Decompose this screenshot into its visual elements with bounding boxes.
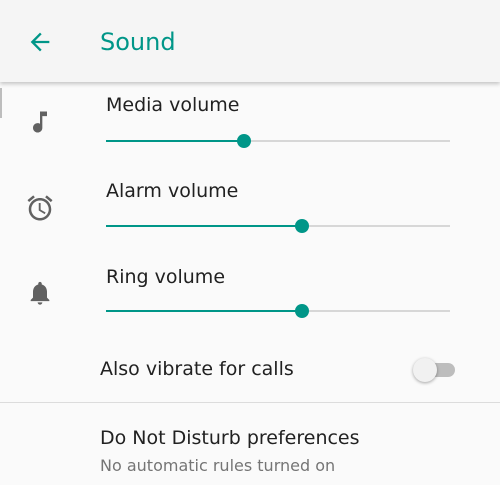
do-not-disturb-preferences-row[interactable]: Do Not Disturb preferences No automatic …: [0, 403, 500, 485]
slider-fill: [106, 140, 244, 142]
scroll-edge-indicator: [0, 88, 2, 118]
media-volume-slider[interactable]: [106, 130, 450, 152]
slider-fill: [106, 310, 303, 312]
do-not-disturb-title: Do Not Disturb preferences: [100, 427, 360, 449]
alarm-volume-slider[interactable]: [106, 215, 450, 237]
slider-thumb[interactable]: [295, 219, 310, 233]
slider-thumb[interactable]: [295, 304, 310, 318]
media-volume-label: Media volume: [106, 94, 240, 116]
back-button[interactable]: [24, 26, 56, 58]
vibrate-for-calls-switch[interactable]: [413, 358, 459, 382]
app-bar: Sound: [0, 0, 500, 82]
alarm-clock-icon: [24, 192, 56, 224]
sound-settings-screen: Sound Media volume Alarm volume Ring vol…: [0, 0, 500, 485]
do-not-disturb-summary: No automatic rules turned on: [100, 456, 336, 475]
ring-volume-slider[interactable]: [106, 300, 450, 322]
bell-icon: [24, 277, 56, 309]
alarm-volume-label: Alarm volume: [106, 180, 239, 202]
vibrate-for-calls-row[interactable]: Also vibrate for calls: [0, 340, 500, 400]
slider-thumb[interactable]: [236, 134, 251, 148]
slider-fill: [106, 225, 303, 227]
back-arrow-icon: [30, 32, 50, 52]
page-title: Sound: [100, 28, 176, 56]
switch-thumb: [413, 358, 437, 382]
vibrate-for-calls-label: Also vibrate for calls: [100, 358, 294, 380]
ring-volume-label: Ring volume: [106, 266, 226, 288]
music-note-icon: [24, 106, 56, 138]
